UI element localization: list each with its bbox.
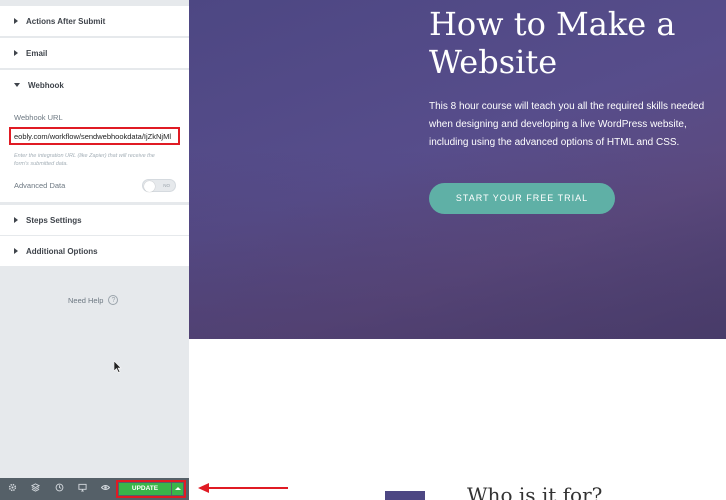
editor-window: Actions After Submit Email Webhook Webho…: [0, 0, 726, 500]
need-help-label: Need Help: [68, 295, 104, 305]
toggle-state-label: NO: [163, 183, 170, 188]
section-label: Steps Settings: [26, 215, 82, 225]
mouse-cursor-icon: [114, 361, 122, 373]
editor-sidebar: Actions After Submit Email Webhook Webho…: [0, 0, 189, 500]
section-header[interactable]: Steps Settings: [0, 205, 189, 235]
section-header[interactable]: Actions After Submit: [0, 6, 189, 36]
webhook-help-text: Enter the integration URL (like Zapier) …: [14, 153, 155, 167]
start-free-trial-button[interactable]: START YOUR FREE TRIAL: [429, 183, 615, 214]
update-button[interactable]: UPDATE: [119, 483, 171, 495]
section-label: Additional Options: [26, 246, 98, 256]
section-label: Actions After Submit: [26, 16, 106, 26]
desktop-icon[interactable]: [76, 483, 88, 495]
hero-title: How to Make a Website: [429, 5, 676, 81]
webhook-url-input[interactable]: eobly.com/workflow/sendwebhookdata/IjZkN…: [9, 127, 180, 145]
toggle-knob: [144, 181, 155, 192]
section-additional-options[interactable]: Additional Options: [0, 236, 189, 266]
editor-footer: UPDATE: [0, 478, 189, 500]
question-icon: ?: [108, 295, 119, 305]
caret-down-icon: [14, 83, 20, 87]
section-actions-after-submit[interactable]: Actions After Submit: [0, 6, 189, 36]
hero-background-image: [189, 150, 726, 339]
caret-right-icon: [14, 18, 18, 24]
annotation-arrow-line: [208, 487, 288, 489]
update-highlight: UPDATE: [116, 480, 186, 498]
section-accent-block: [385, 491, 425, 500]
section-label: Webhook: [28, 80, 64, 90]
advanced-data-label: Advanced Data: [14, 181, 66, 190]
hero-description: This 8 hour course will teach you all th…: [429, 101, 705, 148]
section-header[interactable]: Webhook: [0, 70, 189, 100]
advanced-data-toggle[interactable]: NO: [142, 179, 176, 192]
section-label: Email: [26, 48, 48, 58]
caret-right-icon: [14, 217, 18, 223]
gear-icon[interactable]: [6, 483, 18, 495]
section-steps-settings[interactable]: Steps Settings: [0, 205, 189, 235]
history-icon[interactable]: [53, 483, 65, 495]
update-options-button[interactable]: [172, 483, 183, 495]
section-email[interactable]: Email: [0, 38, 189, 68]
caret-right-icon: [14, 50, 18, 56]
hero-section: How to Make a Website This 8 hour course…: [189, 0, 726, 339]
section-header[interactable]: Email: [0, 38, 189, 68]
caret-right-icon: [14, 248, 18, 254]
webhook-url-label: Webhook URL: [14, 113, 63, 122]
need-help-link[interactable]: Need Help ?: [68, 295, 119, 305]
eye-icon[interactable]: [99, 483, 111, 495]
who-is-it-for-heading: Who is it for?: [467, 483, 603, 500]
layers-icon[interactable]: [29, 483, 41, 495]
section-header[interactable]: Additional Options: [0, 236, 189, 266]
